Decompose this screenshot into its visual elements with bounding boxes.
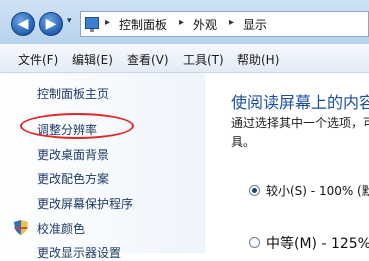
back-button[interactable]: ◀ xyxy=(11,12,35,36)
control-panel-icon xyxy=(85,17,99,32)
breadcrumb-appearance[interactable]: 外观 xyxy=(193,16,217,33)
breadcrumb-separator-icon[interactable]: ▸ xyxy=(179,17,184,28)
radio-smaller[interactable] xyxy=(249,185,260,196)
menu-help[interactable]: 帮助(H) xyxy=(237,51,279,68)
main-content: 使阅读屏幕上的内容 通过选择其中一个选项，可 具。 较小(S) - 100% (… xyxy=(205,73,369,253)
forward-arrow-icon: ▶ xyxy=(45,16,57,32)
address-bar[interactable]: ▸ 控制面板 ▸ 外观 ▸ 显示 xyxy=(80,11,369,37)
breadcrumb-control-panel[interactable]: 控制面板 xyxy=(119,16,167,33)
forward-button[interactable]: ▶ xyxy=(39,12,63,36)
back-arrow-icon: ◀ xyxy=(17,16,29,32)
sidebar-item-change-color-scheme[interactable]: 更改配色方案 xyxy=(37,170,109,187)
page-description: 通过选择其中一个选项，可 xyxy=(231,116,369,130)
menu-tools[interactable]: 工具(T) xyxy=(183,51,224,68)
page-heading: 使阅读屏幕上的内容 xyxy=(231,93,369,112)
breadcrumb-display[interactable]: 显示 xyxy=(243,16,267,33)
page-description-continued: 具。 xyxy=(231,135,256,149)
sidebar-item-change-screensaver[interactable]: 更改屏幕保护程序 xyxy=(37,195,133,212)
window-titlebar: ◀ ▶ ▾ ▸ 控制面板 ▸ 外观 ▸ 显示 xyxy=(0,0,369,44)
history-dropdown-icon[interactable]: ▾ xyxy=(67,16,72,26)
task-sidebar: 控制面板主页 调整分辨率 更改桌面背景 更改配色方案 更改屏幕保护程序 校准颜色… xyxy=(0,73,205,260)
breadcrumb-separator-icon[interactable]: ▸ xyxy=(229,17,234,28)
radio-smaller-label[interactable]: 较小(S) - 100% (默认 xyxy=(266,182,369,199)
sidebar-item-calibrate-color[interactable]: 校准颜色 xyxy=(37,220,85,237)
sidebar-item-control-panel-home[interactable]: 控制面板主页 xyxy=(37,85,109,102)
sidebar-item-change-desktop-background[interactable]: 更改桌面背景 xyxy=(37,146,109,163)
menu-view[interactable]: 查看(V) xyxy=(127,51,169,68)
radio-medium[interactable] xyxy=(249,237,260,248)
menu-edit[interactable]: 编辑(E) xyxy=(72,51,113,68)
menu-bar: 文件(F) 编辑(E) 查看(V) 工具(T) 帮助(H) xyxy=(0,44,369,73)
red-highlight-annotation xyxy=(20,113,134,139)
radio-medium-label[interactable]: 中等(M) - 125% xyxy=(266,233,369,253)
menu-file[interactable]: 文件(F) xyxy=(18,51,58,68)
breadcrumb-separator-icon[interactable]: ▸ xyxy=(105,17,110,28)
shield-icon xyxy=(14,220,28,235)
